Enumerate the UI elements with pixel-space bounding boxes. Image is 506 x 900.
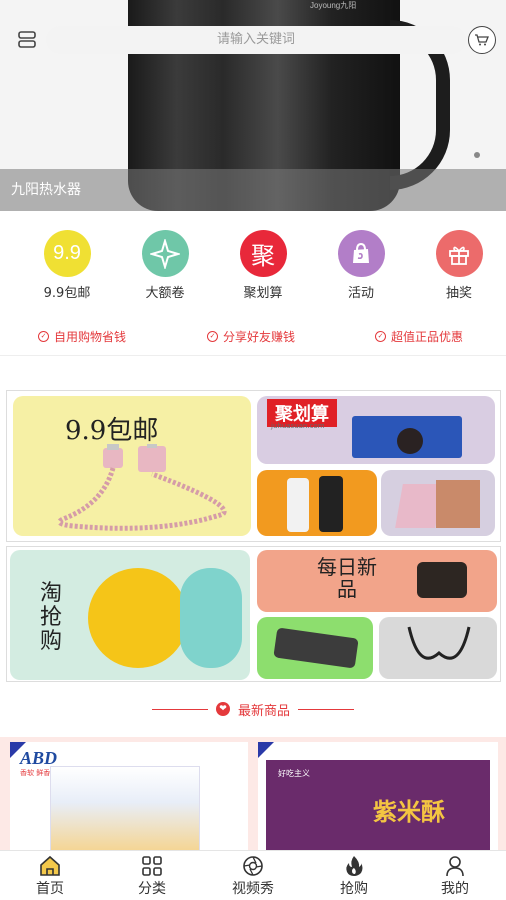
category-row: 9.9 9.9包邮 大额卷 聚 聚划算 活动 抽奖 [0, 230, 506, 302]
promo-tile-keyboard[interactable] [257, 617, 373, 679]
check-icon: ✓ [207, 331, 218, 342]
category-label: 活动 [347, 286, 374, 301]
slogan-item: ✓ 自用购物省钱 [38, 328, 126, 345]
promo-tile-daily-new[interactable]: 每日新品 [257, 550, 497, 612]
user-icon [420, 855, 490, 877]
promo-tile-thermos[interactable] [257, 470, 377, 536]
flame-icon [319, 855, 389, 877]
search-input[interactable]: 请输入关键词 [46, 26, 466, 54]
home-icon [15, 855, 85, 877]
promo-block-bottom: 淘抢购 每日新品 [6, 546, 501, 682]
slogan-row: ✓ 自用购物省钱 ✓ 分享好友赚钱 ✓ 超值正品优惠 [0, 328, 506, 348]
section-title: ❤ 最新商品 [0, 698, 506, 720]
tab-category[interactable]: 分类 [117, 855, 187, 898]
promo-tile-baoyou[interactable]: 9.9包邮 [13, 396, 251, 536]
oreo-cookie-image [397, 428, 423, 454]
ju-icon: 聚 [239, 230, 287, 277]
shopping-bag-icon [337, 230, 385, 277]
promo-tile-juhuasuan[interactable]: 聚划算 juhuasuan.com [257, 396, 495, 464]
category-label: 9.9包邮 [43, 286, 91, 301]
divider [0, 355, 506, 356]
product-list: ABD 香软 鲜香 美味 好吃主义 紫米酥 [0, 737, 506, 852]
gift-icon [435, 230, 483, 277]
corner-badge [258, 742, 274, 758]
carousel-indicator[interactable] [474, 152, 480, 158]
menu-icon[interactable] [14, 26, 42, 54]
category-coupon[interactable]: 大额卷 [125, 230, 205, 301]
brush-image [180, 568, 242, 668]
star-icon [141, 230, 189, 277]
tab-video[interactable]: 视频秀 [218, 855, 288, 898]
promo-tile-taoqianggou[interactable]: 淘抢购 [10, 550, 250, 680]
tab-profile[interactable]: 我的 [420, 855, 490, 898]
category-lottery[interactable]: 抽奖 [419, 230, 499, 301]
category-activity[interactable]: 活动 [321, 230, 401, 301]
nine-nine-icon: 9.9 [43, 230, 91, 277]
category-label: 聚划算 [243, 286, 283, 301]
product-image [50, 766, 200, 852]
grid-icon [117, 855, 187, 877]
promo-block-top: 9.9包邮 聚划算 juhuasuan.com [6, 390, 501, 542]
category-label: 抽奖 [445, 286, 472, 301]
banner-caption: 九阳热水器 [0, 169, 506, 211]
product-card[interactable]: 好吃主义 紫米酥 [258, 742, 498, 852]
category-juhuasuan[interactable]: 聚 聚划算 [223, 230, 303, 301]
cable-image [57, 444, 227, 531]
promo-tile-earphone[interactable] [379, 617, 497, 679]
check-icon: ✓ [375, 331, 386, 342]
cart-icon[interactable] [468, 26, 496, 54]
bottom-nav: 首页 分类 视频秀 抢购 我的 [0, 850, 506, 900]
duck-comb-image [88, 568, 188, 668]
category-label: 大额卷 [145, 286, 185, 301]
tab-home[interactable]: 首页 [15, 855, 85, 898]
cream-jar-image [417, 562, 467, 598]
category-9-9-baoyou[interactable]: 9.9 9.9包邮 [27, 230, 107, 301]
product-card[interactable]: ABD 香软 鲜香 美味 [10, 742, 248, 852]
slogan-item: ✓ 超值正品优惠 [375, 328, 463, 345]
banner-brand-logo: Joyoung九阳 [310, 1, 357, 10]
heart-icon: ❤ [215, 702, 230, 716]
divider [151, 708, 208, 710]
check-icon: ✓ [38, 331, 49, 342]
aperture-icon [218, 855, 288, 877]
divider [298, 708, 354, 710]
promo-tile-mask[interactable] [381, 470, 495, 536]
slogan-item: ✓ 分享好友赚钱 [207, 328, 295, 345]
tab-flash-sale[interactable]: 抢购 [319, 855, 389, 898]
